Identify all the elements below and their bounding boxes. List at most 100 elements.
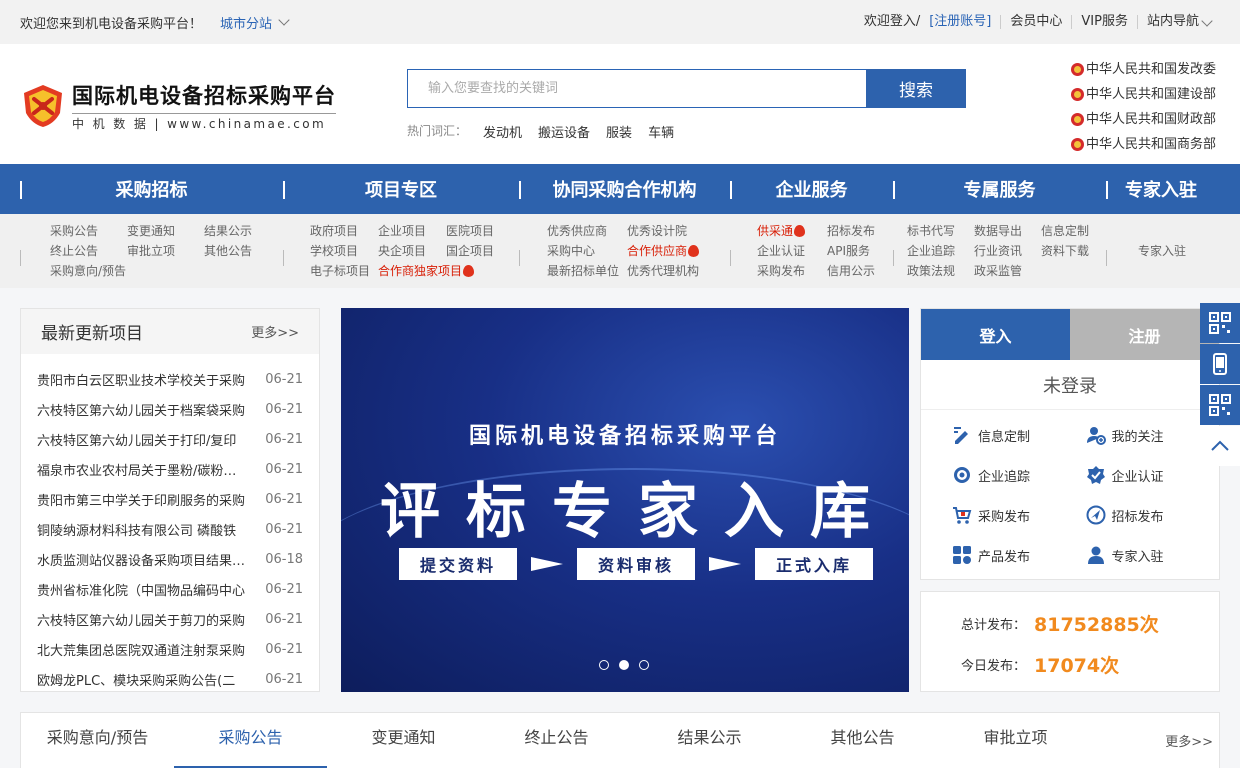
gov-link[interactable]: 中华人民共和国商务部 xyxy=(1070,132,1216,157)
hot-word-link[interactable]: 搬运设备 xyxy=(538,122,590,141)
register-link[interactable]: [注册账号] xyxy=(929,14,991,29)
list-item[interactable]: 贵阳市第三中学关于印刷服务的采购 06-21 xyxy=(37,484,303,514)
nav-exclusive-service[interactable]: 专属服务 xyxy=(893,164,1106,214)
quick-link-custom-info[interactable]: 信息定制 xyxy=(952,415,1086,455)
quick-link-product-publish[interactable]: 产品发布 xyxy=(952,535,1086,575)
quick-link-follow[interactable]: 我的关注 xyxy=(1086,415,1220,455)
login-register[interactable]: 欢迎登入/[注册账号] xyxy=(846,15,1001,29)
tab-termination[interactable]: 终止公告 xyxy=(480,713,633,768)
gov-link[interactable]: 中华人民共和国发改委 xyxy=(1070,57,1216,82)
hot-word-link[interactable]: 车辆 xyxy=(648,122,674,141)
subnav-link[interactable]: 最新招标单位 xyxy=(547,262,627,282)
list-item[interactable]: 贵州省标准化院（中国物品编码中心 06-21 xyxy=(37,574,303,604)
list-item-title[interactable]: 欧姆龙PLC、模块采购采购公告(二 xyxy=(37,670,249,689)
list-item-title[interactable]: 福泉市农业农村局关于墨粉/碳粉采购 xyxy=(37,460,249,479)
subnav-link[interactable]: 信息定制 xyxy=(1041,222,1108,242)
login-link[interactable]: 欢迎登入/ xyxy=(855,14,929,29)
subnav-link[interactable]: 国企项目 xyxy=(446,242,514,262)
subnav-link[interactable]: 医院项目 xyxy=(446,222,514,242)
list-item[interactable]: 铜陵纳源材料科技有限公司 磷酸铁 06-21 xyxy=(37,514,303,544)
hero-banner[interactable]: 国际机电设备招标采购平台 评标专家入库 提交资料 资料审核 正式入库 xyxy=(341,308,909,692)
list-item-title[interactable]: 贵州省标准化院（中国物品编码中心 xyxy=(37,580,249,599)
list-item[interactable]: 六枝特区第六幼儿园关于档案袋采购 06-21 xyxy=(37,394,303,424)
quick-link-purchase-publish[interactable]: 采购发布 xyxy=(952,495,1086,535)
list-item[interactable]: 欧姆龙PLC、模块采购采购公告(二 06-21 xyxy=(37,664,303,694)
tab-intent[interactable]: 采购意向/预告 xyxy=(21,713,174,768)
subnav-link[interactable]: 政府项目 xyxy=(310,222,378,242)
list-item[interactable]: 水质监测站仪器设备采购项目结果公告 06-18 xyxy=(37,544,303,574)
subnav-link[interactable]: 专家入驻 xyxy=(1138,242,1216,262)
hot-word-link[interactable]: 发动机 xyxy=(483,122,522,141)
city-selector[interactable]: 城市分站 xyxy=(220,13,290,32)
tab-announcement[interactable]: 采购公告 xyxy=(174,713,327,768)
nav-expert[interactable]: 专家入驻 xyxy=(1106,164,1216,214)
subnav-link-hot[interactable]: 供采通 xyxy=(757,222,827,242)
carousel-dot[interactable] xyxy=(599,660,609,670)
subnav-link[interactable]: 终止公告 xyxy=(50,242,127,262)
subnav-link[interactable]: 优秀供应商 xyxy=(547,222,627,242)
tab-change-notice[interactable]: 变更通知 xyxy=(327,713,480,768)
subnav-link[interactable]: 审批立项 xyxy=(127,242,204,262)
subnav-link-hot[interactable]: 合作供应商 xyxy=(627,242,727,262)
nav-enterprise-service[interactable]: 企业服务 xyxy=(730,164,893,214)
tab-result[interactable]: 结果公示 xyxy=(633,713,786,768)
subnav-link[interactable]: 企业项目 xyxy=(378,222,446,242)
list-item[interactable]: 福泉市农业农村局关于墨粉/碳粉采购 06-21 xyxy=(37,454,303,484)
hot-word-link[interactable]: 服装 xyxy=(606,122,632,141)
subnav-link[interactable]: 结果公示 xyxy=(204,222,281,242)
list-item-title[interactable]: 贵阳市白云区职业技术学校关于采购 xyxy=(37,370,249,389)
list-item[interactable]: 六枝特区第六幼儿园关于打印/复印 06-21 xyxy=(37,424,303,454)
subnav-link[interactable]: 其他公告 xyxy=(204,242,281,262)
tab-other[interactable]: 其他公告 xyxy=(786,713,939,768)
tab-approval[interactable]: 审批立项 xyxy=(939,713,1092,768)
subnav-link[interactable]: 企业追踪 xyxy=(907,242,974,262)
subnav-link[interactable]: 电子标项目 xyxy=(310,262,378,282)
subnav-link[interactable]: API服务 xyxy=(827,242,897,262)
subnav-link[interactable]: 信用公示 xyxy=(827,262,897,282)
subnav-link-hot[interactable]: 合作商独家项目 xyxy=(378,262,514,282)
nav-projects[interactable]: 项目专区 xyxy=(283,164,519,214)
site-nav-dropdown[interactable]: 站内导航 xyxy=(1136,15,1220,29)
subnav-link[interactable]: 资料下载 xyxy=(1041,242,1108,262)
quick-link-bid-publish[interactable]: 招标发布 xyxy=(1086,495,1220,535)
quick-link-certify[interactable]: 企业认证 xyxy=(1086,455,1220,495)
quick-link-expert[interactable]: 专家入驻 xyxy=(1086,535,1220,575)
gov-link[interactable]: 中华人民共和国财政部 xyxy=(1070,107,1216,132)
nav-procurement[interactable]: 采购招标 xyxy=(20,164,283,214)
vip-service-link[interactable]: VIP服务 xyxy=(1071,15,1137,29)
mobile-button[interactable] xyxy=(1200,344,1240,384)
subnav-link[interactable]: 采购发布 xyxy=(757,262,827,282)
subnav-link[interactable]: 学校项目 xyxy=(310,242,378,262)
list-item-title[interactable]: 水质监测站仪器设备采购项目结果公告 xyxy=(37,550,249,569)
member-center-link[interactable]: 会员中心 xyxy=(1000,15,1071,29)
tabs-more-link[interactable]: 更多>> xyxy=(1165,731,1213,750)
list-item-title[interactable]: 北大荒集团总医院双通道注射泵采购 xyxy=(37,640,249,659)
tab-register[interactable]: 注册 xyxy=(1070,309,1219,360)
quick-link-track[interactable]: 企业追踪 xyxy=(952,455,1086,495)
back-to-top-button[interactable] xyxy=(1200,426,1240,466)
tab-login[interactable]: 登入 xyxy=(921,309,1070,360)
gov-link[interactable]: 中华人民共和国建设部 xyxy=(1070,82,1216,107)
subnav-link[interactable]: 采购中心 xyxy=(547,242,627,262)
list-item-title[interactable]: 六枝特区第六幼儿园关于剪刀的采购 xyxy=(37,610,249,629)
subnav-link[interactable]: 标书代写 xyxy=(907,222,974,242)
site-logo[interactable]: 国际机电设备招标采购平台 中 机 数 据 | www.chinamae.com xyxy=(20,80,336,132)
subnav-link[interactable]: 采购意向/预告 xyxy=(50,262,127,282)
list-item[interactable]: 六枝特区第六幼儿园关于剪刀的采购 06-21 xyxy=(37,604,303,634)
subnav-link[interactable]: 政策法规 xyxy=(907,262,974,282)
subnav-link[interactable]: 招标发布 xyxy=(827,222,897,242)
list-item-title[interactable]: 贵阳市第三中学关于印刷服务的采购 xyxy=(37,490,249,509)
subnav-link[interactable]: 优秀代理机构 xyxy=(627,262,727,282)
list-item-title[interactable]: 六枝特区第六幼儿园关于打印/复印 xyxy=(37,430,249,449)
subnav-link[interactable]: 央企项目 xyxy=(378,242,446,262)
qrcode-button[interactable] xyxy=(1200,303,1240,343)
carousel-dot[interactable] xyxy=(639,660,649,670)
subnav-link[interactable]: 行业资讯 xyxy=(974,242,1041,262)
list-item-title[interactable]: 六枝特区第六幼儿园关于档案袋采购 xyxy=(37,400,249,419)
subnav-link[interactable]: 企业认证 xyxy=(757,242,827,262)
carousel-dot[interactable] xyxy=(619,660,629,670)
list-item[interactable]: 北大荒集团总医院双通道注射泵采购 06-21 xyxy=(37,634,303,664)
qrcode-button-2[interactable] xyxy=(1200,385,1240,425)
subnav-link[interactable]: 优秀设计院 xyxy=(627,222,727,242)
search-button[interactable]: 搜索 xyxy=(866,69,966,108)
